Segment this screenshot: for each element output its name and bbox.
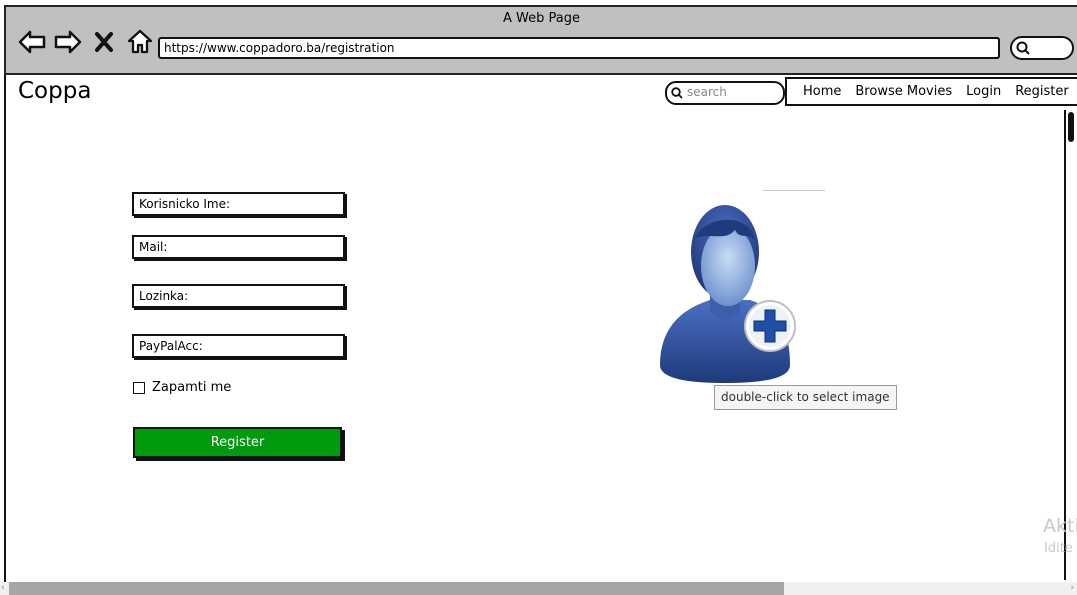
page-left-border [4,75,6,585]
browser-nav-controls [18,27,154,57]
nav-register[interactable]: Register [1015,84,1069,99]
address-bar[interactable]: https://www.coppadoro.ba/registration [158,37,1000,59]
magnifier-icon [1016,41,1030,55]
search-input[interactable] [687,84,777,100]
watermark-text: Akti [1043,515,1077,537]
nav-login[interactable]: Login [966,84,1001,99]
vertical-scrollbar[interactable] [1064,110,1076,580]
horizontal-scroll-thumb[interactable] [9,582,784,595]
register-button[interactable]: Register [133,427,342,458]
main-nav: Home Browse Movies Login Register [785,77,1077,106]
site-logo[interactable]: Coppa [18,78,91,104]
user-avatar-add-icon[interactable] [655,200,805,394]
forward-arrow-icon[interactable] [54,28,82,56]
remember-label: Zapamti me [152,380,232,395]
nav-browse-movies[interactable]: Browse Movies [855,84,952,99]
site-search-box[interactable] [665,81,785,105]
image-tooltip: double-click to select image [714,385,897,410]
image-caption-line [763,190,825,191]
nav-home[interactable]: Home [803,84,841,99]
mail-field[interactable]: Mail: [132,235,345,259]
home-icon[interactable] [126,28,154,56]
search-icon [671,87,683,99]
browser-window-chrome: A Web Page https://www.coppadoro.ba/regi… [4,5,1077,75]
stop-x-icon[interactable] [90,28,118,56]
remember-me[interactable]: Zapamti me [133,380,231,395]
watermark-subtext: Idite [1044,541,1073,556]
scroll-left-arrow-icon[interactable]: ‹ [1,582,5,595]
horizontal-scrollbar[interactable]: ‹ › [0,582,1077,595]
password-field[interactable]: Lozinka: [132,284,345,308]
browser-search-box[interactable] [1010,36,1074,60]
remember-checkbox[interactable] [133,381,145,394]
username-field[interactable]: Korisnicko Ime: [132,192,345,216]
vertical-scroll-thumb[interactable] [1068,112,1074,142]
window-title: A Web Page [503,11,580,26]
scroll-right-arrow-icon[interactable]: › [1070,582,1074,595]
paypal-field[interactable]: PayPalAcc: [132,334,345,358]
back-arrow-icon[interactable] [18,28,46,56]
